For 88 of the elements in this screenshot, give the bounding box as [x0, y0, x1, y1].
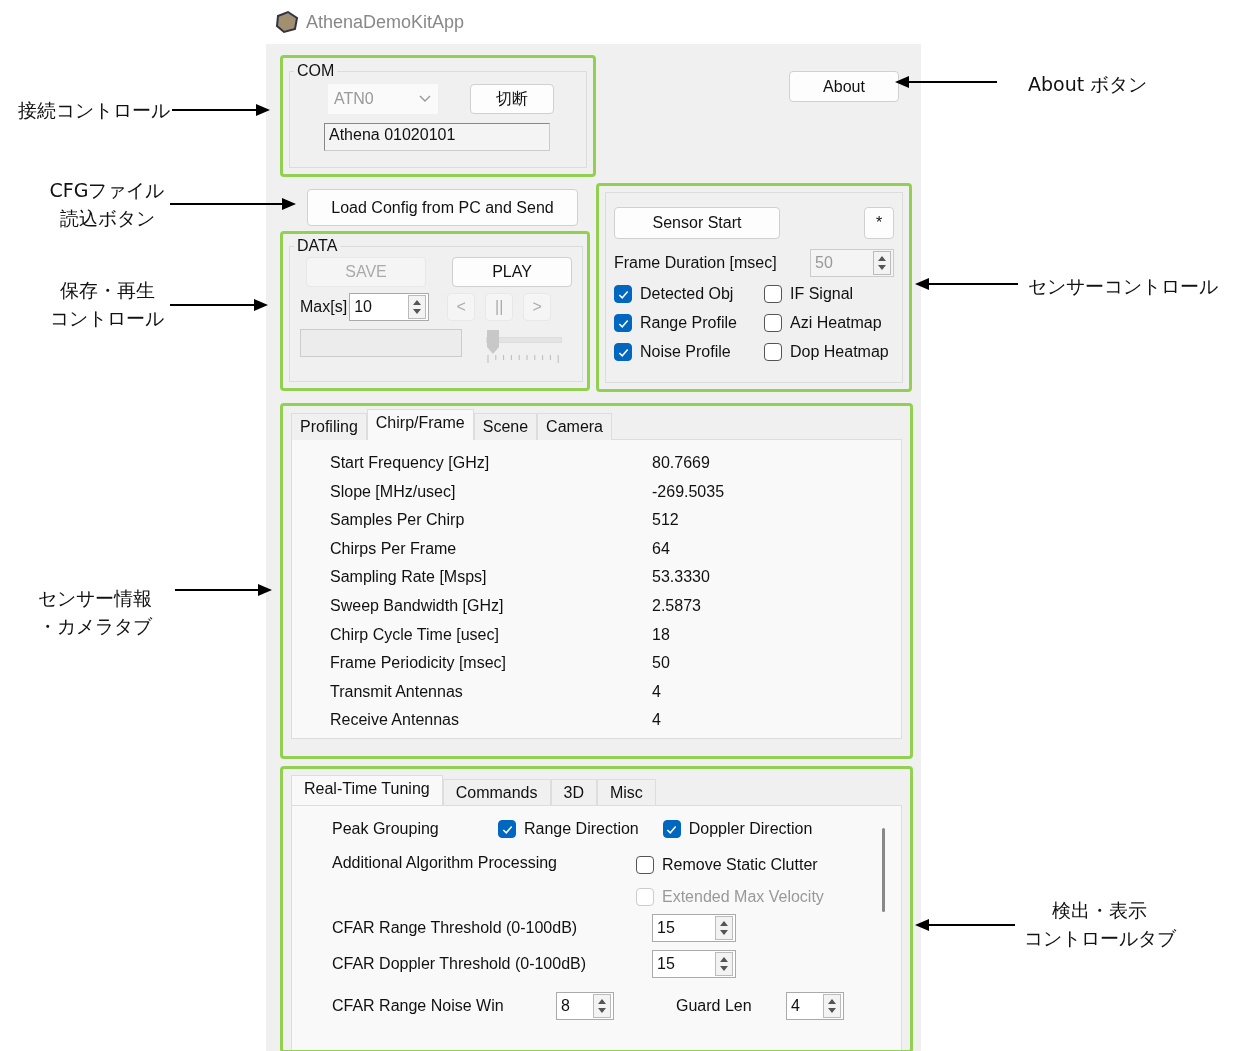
spinner-arrows-icon[interactable] — [593, 994, 611, 1018]
max-label: Max[s] — [300, 298, 348, 316]
callout-label: センサー情報 — [38, 586, 152, 611]
parameter-label: Guard Len — [676, 997, 753, 1015]
window-title: AthenaDemoKitApp — [306, 11, 465, 33]
checkbox[interactable] — [614, 343, 632, 361]
parameter-field[interactable]: 8 — [556, 992, 614, 1020]
checkbox[interactable] — [498, 820, 516, 838]
callout-label: 検出・表示 — [1052, 898, 1147, 923]
spinner-arrows-icon[interactable] — [715, 952, 733, 976]
parameter-label: Transmit Antennas — [330, 682, 464, 702]
parameter-value: 4 — [652, 711, 662, 731]
threshold-field[interactable]: 15 — [652, 950, 736, 978]
checkbox-label: Extended Max Velocity — [662, 888, 824, 906]
checkbox-label: Dop Heatmap — [790, 343, 889, 361]
checkbox-label: Range Direction — [524, 820, 639, 838]
file-name-field[interactable] — [300, 329, 462, 357]
checkbox-label: IF Signal — [790, 285, 854, 303]
checkbox-label: Detected Obj — [640, 285, 734, 303]
sensor-start-button[interactable]: Sensor Start — [614, 207, 780, 239]
callout-label: 接続コントロール — [18, 98, 170, 123]
tab[interactable]: Scene — [473, 413, 538, 440]
group-title: COM — [296, 62, 336, 80]
callout-label: 保存・再生 — [59, 278, 155, 303]
spinner-arrows-icon[interactable] — [408, 295, 427, 319]
scrollbar[interactable] — [882, 828, 885, 912]
group-title: DATA — [296, 237, 339, 255]
parameter-label: Chirp Cycle Time [usec] — [330, 625, 500, 645]
chevron-down-icon — [418, 94, 432, 104]
play-button[interactable]: PLAY — [452, 257, 572, 287]
parameter-label: Receive Antennas — [330, 711, 460, 731]
callout-label: About ボタン — [1028, 72, 1148, 97]
checkbox[interactable] — [764, 285, 782, 303]
parameter-label: Frame Periodicity [msec] — [330, 654, 508, 674]
parameter-value: -269.5035 — [652, 482, 726, 502]
parameter-field[interactable]: 4 — [786, 992, 844, 1020]
parameter-value: 80.7669 — [652, 454, 711, 473]
tab[interactable]: Commands — [442, 779, 551, 806]
parameter-value: 2.5873 — [652, 596, 702, 616]
callout-label: CFGファイル — [49, 178, 165, 203]
checkbox[interactable] — [662, 820, 681, 838]
checkbox[interactable] — [764, 343, 782, 361]
parameter-value: 512 — [652, 511, 680, 531]
checkbox[interactable] — [614, 285, 632, 303]
frame-duration-label: Frame Duration [msec] — [614, 254, 777, 272]
tab[interactable]: Real-Time Tuning — [291, 775, 443, 806]
parameter-label: CFAR Range Noise Win — [332, 997, 505, 1015]
threshold-label: CFAR Range Threshold (0-100dB) — [332, 919, 579, 937]
checkbox[interactable] — [764, 314, 782, 332]
load-config-button[interactable]: Load Config from PC and Send — [307, 189, 578, 226]
checkbox-label: Range Profile — [640, 314, 737, 332]
parameter-value: 18 — [652, 625, 671, 645]
callout-label: センサーコントロール — [1028, 274, 1218, 299]
parameter-value: 64 — [652, 539, 671, 559]
algorithm-label: Additional Algorithm Processing — [332, 854, 558, 873]
parameter-label: Start Frequency [GHz] — [330, 454, 491, 473]
checkbox-label: Doppler Direction — [688, 820, 813, 838]
max-seconds-field[interactable]: 10 — [349, 293, 430, 321]
spinner-arrows-icon[interactable] — [715, 916, 733, 940]
threshold-field[interactable]: 15 — [652, 914, 736, 942]
checkbox[interactable] — [636, 856, 654, 874]
app-icon — [274, 10, 300, 34]
parameter-label: Sampling Rate [Msps] — [330, 568, 488, 588]
callout-label: コントロール — [50, 306, 164, 331]
spinner-arrows-icon[interactable] — [823, 994, 841, 1018]
asterisk-button[interactable]: * — [864, 207, 894, 239]
checkbox-label: Remove Static Clutter — [662, 856, 818, 874]
device-field[interactable]: Athena 01020101 — [324, 123, 550, 151]
disconnect-button[interactable]: 切断 — [470, 84, 554, 114]
checkbox-label: Azi Heatmap — [790, 314, 882, 332]
threshold-label: CFAR Doppler Threshold (0-100dB) — [332, 955, 588, 973]
callout-label: 読込ボタン — [59, 206, 155, 231]
parameter-value: 50 — [652, 654, 671, 674]
callout-label: コントロールタブ — [1023, 926, 1176, 951]
checkbox[interactable] — [614, 314, 632, 332]
callout-label: ・カメラタブ — [38, 614, 152, 639]
tab[interactable]: Chirp/Frame — [366, 409, 474, 440]
peak-grouping-label: Peak Grouping — [332, 820, 440, 838]
parameter-label: Slope [MHz/usec] — [330, 482, 457, 502]
parameter-value: 53.3330 — [652, 568, 711, 588]
tab[interactable]: Profiling — [291, 413, 367, 440]
parameter-label: Chirps Per Frame — [330, 539, 458, 559]
about-button[interactable]: About — [789, 71, 899, 102]
tab[interactable]: Camera — [537, 413, 612, 440]
parameter-label: Samples Per Chirp — [330, 511, 466, 531]
parameter-value: 4 — [652, 682, 662, 702]
checkbox-label: Noise Profile — [640, 343, 731, 361]
parameter-label: Sweep Bandwidth [GHz] — [330, 596, 505, 616]
